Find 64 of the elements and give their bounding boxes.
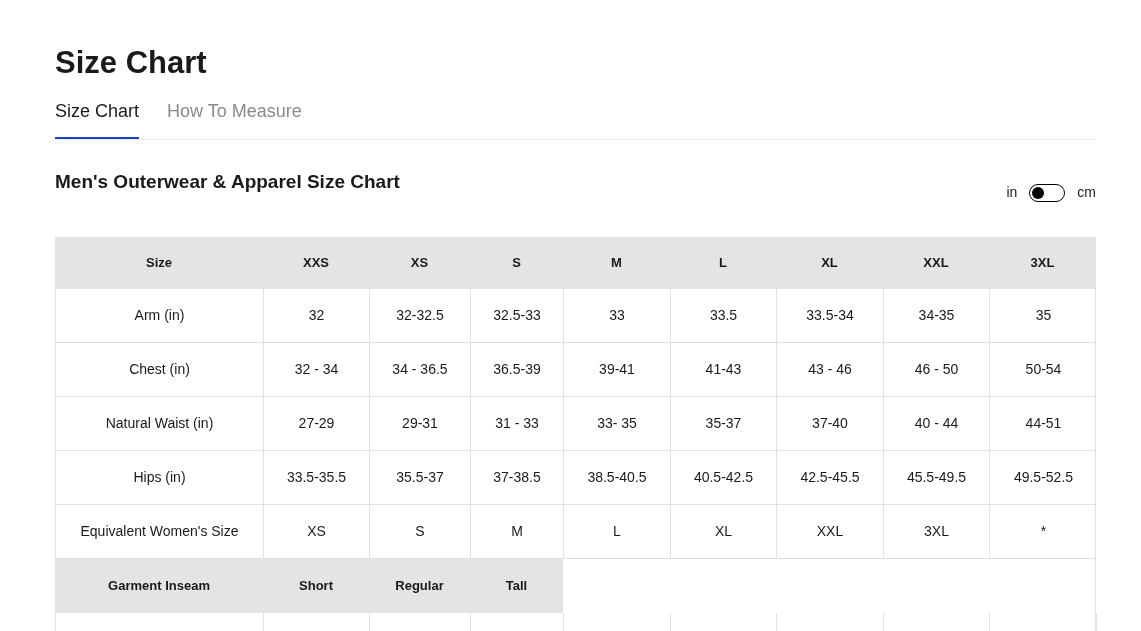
table-cell: 32 xyxy=(264,289,370,342)
table-cell: 40 - 44 xyxy=(884,397,990,450)
table-cell: 32-32.5 xyxy=(370,289,471,342)
chart-title: Men's Outerwear & Apparel Size Chart xyxy=(55,170,400,194)
table-cell: 34 - 36.5 xyxy=(370,343,471,396)
table-cell: 41-43 xyxy=(671,343,777,396)
table-cell: 34-35 xyxy=(884,289,990,342)
table-cell: 46 - 50 xyxy=(884,343,990,396)
table-cell: 45.5-49.5 xyxy=(884,451,990,504)
column-header: L xyxy=(718,254,728,273)
table-cell: 39-41 xyxy=(564,343,671,396)
table-cell: 43 - 46 xyxy=(777,343,884,396)
column-header: S xyxy=(511,254,522,273)
table-cell: 32 - 34 xyxy=(264,343,370,396)
table-cell: 42.5-45.5 xyxy=(777,451,884,504)
table-cell: Arm (in) xyxy=(56,289,264,342)
table-cell: Equivalent Women's Size xyxy=(56,505,264,558)
unit-label: cm xyxy=(1077,183,1096,202)
table-cell: 29-31 xyxy=(370,397,471,450)
table-cell: Hips (in) xyxy=(56,451,264,504)
column-header: XXL xyxy=(922,254,950,273)
unit-toggle[interactable] xyxy=(1029,183,1066,202)
table-cell: 38.5-40.5 xyxy=(564,451,671,504)
table-cell: Natural Waist (in) xyxy=(56,397,264,450)
column-header: 3XL xyxy=(1029,254,1056,273)
column-header: Garment Inseam xyxy=(55,559,263,613)
table-cell: 27-29 xyxy=(264,397,370,450)
table-cell: 35-37 xyxy=(671,397,777,450)
table-cell: 32.5-33 xyxy=(471,289,564,342)
table-cell: 31 - 33 xyxy=(471,397,564,450)
table-cell-text: 49.5-52.5 xyxy=(1012,468,1075,487)
table-cell: M xyxy=(471,505,564,558)
table-cell-text: * xyxy=(1039,522,1048,541)
column-header: M xyxy=(610,254,623,273)
column-header: XS xyxy=(409,254,430,273)
column-header: XL xyxy=(820,254,839,273)
table-cell: 33.5-35.5 xyxy=(264,451,370,504)
table-cell: Chest (in) xyxy=(56,343,264,396)
table-cell: 33.5 xyxy=(671,289,777,342)
table-cell-text: 44-51 xyxy=(1024,414,1063,433)
table-cell: 40.5-42.5 xyxy=(671,451,777,504)
column-header: Size xyxy=(145,254,173,273)
table-cell: XL xyxy=(671,505,777,558)
table-cell: 33- 35 xyxy=(564,397,671,450)
unit-label: in xyxy=(1006,183,1018,202)
column-header: XXS xyxy=(302,254,330,273)
table-cell: 33 xyxy=(564,289,671,342)
table-cell: XS xyxy=(264,505,370,558)
column-header: Tall xyxy=(470,559,563,613)
table-cell: 36.5-39 xyxy=(471,343,564,396)
table-cell-text: 35 xyxy=(1034,306,1053,325)
column-header: Short xyxy=(263,559,369,613)
table-cell: XXL xyxy=(777,505,884,558)
table-cell: 37-40 xyxy=(777,397,884,450)
tab[interactable]: Size Chart xyxy=(55,98,140,139)
table-cell: 35.5-37 xyxy=(370,451,471,504)
table-cell-text: 50-54 xyxy=(1024,360,1063,379)
table-cell: 37-38.5 xyxy=(471,451,564,504)
page-title: Size Chart xyxy=(55,44,208,82)
table-cell: L xyxy=(564,505,671,558)
table-cell: 3XL xyxy=(884,505,990,558)
table-cell: 33.5-34 xyxy=(777,289,884,342)
table-cell: S xyxy=(370,505,471,558)
column-header: Regular xyxy=(369,559,470,613)
